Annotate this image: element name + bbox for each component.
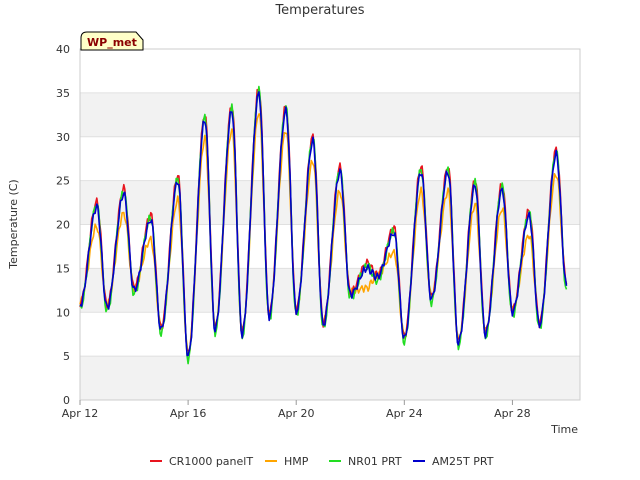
x-axis-title: Time <box>550 423 578 436</box>
x-tick-label: Apr 12 <box>62 407 99 420</box>
y-axis-ticks: 0 5 10 15 20 25 30 35 40 <box>56 43 70 407</box>
legend-label: CR1000 panelT <box>169 455 253 468</box>
y-tick-label: 35 <box>56 87 70 100</box>
badge-label: WP_met <box>87 36 137 49</box>
y-tick-label: 15 <box>56 262 70 275</box>
plot-band <box>80 356 580 400</box>
y-tick-label: 30 <box>56 131 70 144</box>
y-tick-label: 5 <box>63 350 70 363</box>
legend-label: HMP <box>284 455 309 468</box>
x-tick-label: Apr 24 <box>386 407 423 420</box>
plot-band <box>80 312 580 357</box>
y-tick-label: 20 <box>56 219 70 232</box>
legend: CR1000 panelT HMP NR01 PRT AM25T PRT <box>150 455 494 468</box>
temperature-chart: Temperatures 0510152025303540 Apr 12 Apr … <box>7 3 581 468</box>
y-axis-title: Temperature (C) <box>7 179 20 269</box>
chart-title: Temperatures <box>274 3 364 18</box>
x-tick-label: Apr 16 <box>170 407 207 420</box>
x-axis-ticks: Apr 12 Apr 16 Apr 20 Apr 24 Apr 28 <box>62 400 531 420</box>
y-tick-label: 40 <box>56 43 70 56</box>
y-tick-label: 0 <box>63 394 70 407</box>
station-badge: WP_met <box>80 31 144 51</box>
x-tick-label: Apr 28 <box>494 407 531 420</box>
plot-band <box>80 136 580 181</box>
legend-label: AM25T PRT <box>432 455 494 468</box>
x-tick-label: Apr 20 <box>278 407 315 420</box>
y-tick-label: 10 <box>56 306 70 319</box>
plot-band <box>80 49 580 93</box>
legend-label: NR01 PRT <box>348 455 402 468</box>
y-tick-label: 25 <box>56 175 70 188</box>
plot-band <box>80 92 580 137</box>
